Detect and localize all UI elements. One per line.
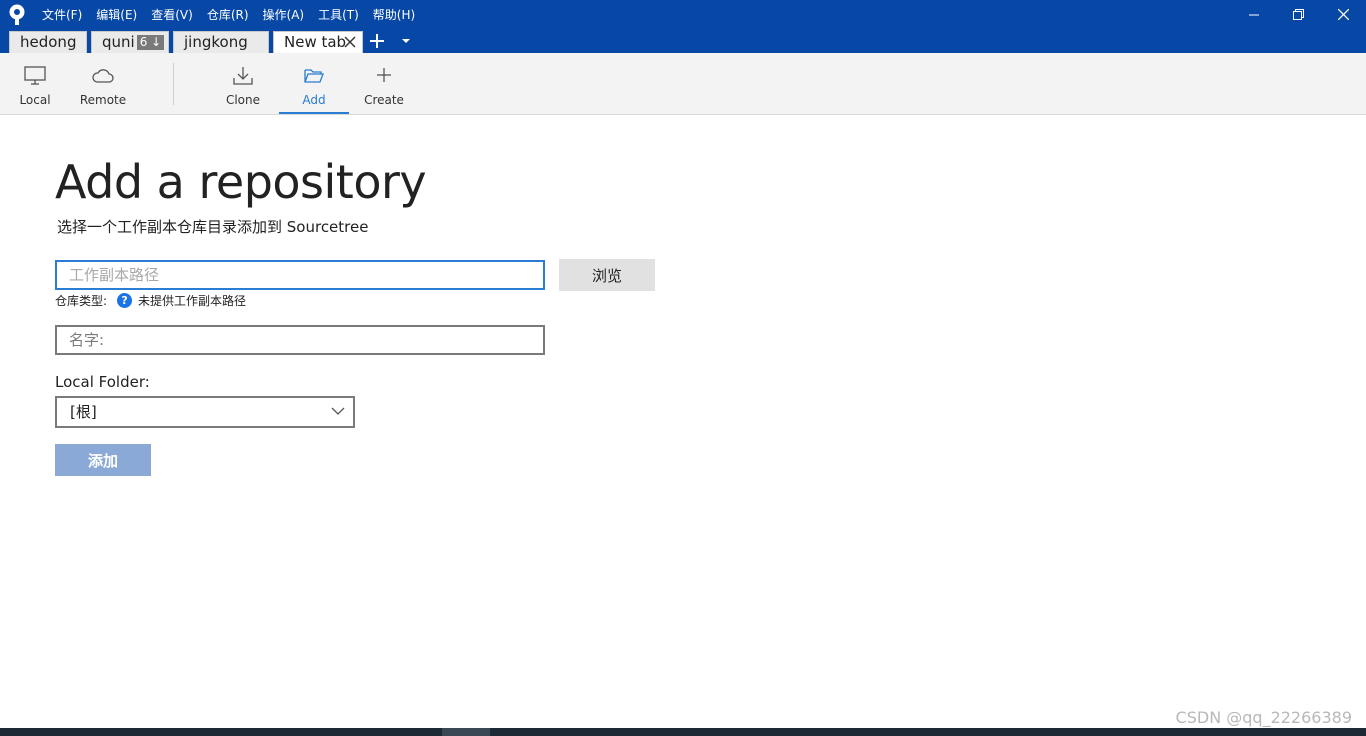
local-label: Local (19, 93, 51, 107)
menu-actions[interactable]: 操作(A) (263, 6, 305, 23)
browse-button[interactable]: 浏览 (559, 259, 655, 291)
tab-list-dropdown-icon[interactable] (400, 36, 412, 46)
menu-bar: 文件(F) 编辑(E) 查看(V) 仓库(R) 操作(A) 工具(T) 帮助(H… (42, 0, 429, 29)
download-icon (233, 67, 253, 85)
menu-repository[interactable]: 仓库(R) (207, 6, 249, 23)
tab-label: hedong (20, 33, 77, 51)
tab-jingkong[interactable]: jingkong (173, 31, 269, 53)
add-tab-button[interactable]: Add (279, 53, 349, 114)
plus-icon (377, 68, 391, 82)
toolbar: Local Remote Clone Add Create (0, 53, 1366, 115)
tab-hedong[interactable]: hedong (9, 31, 87, 53)
add-label: Add (302, 93, 326, 107)
sourcetree-logo-icon (9, 4, 25, 25)
local-button[interactable]: Local (0, 53, 70, 114)
restore-icon (1292, 9, 1304, 20)
tab-new-tab[interactable]: New tab (273, 31, 363, 53)
incoming-commits-badge: 6 ↓ (136, 35, 165, 50)
toolbar-divider (173, 63, 174, 105)
local-folder-label: Local Folder: (55, 373, 150, 391)
restore-button[interactable] (1275, 0, 1321, 29)
title-bar: 文件(F) 编辑(E) 查看(V) 仓库(R) 操作(A) 工具(T) 帮助(H… (0, 0, 1366, 29)
menu-tools[interactable]: 工具(T) (318, 6, 359, 23)
monitor-icon (24, 66, 46, 85)
tab-label: jingkong (184, 33, 248, 51)
working-copy-path-input[interactable] (55, 260, 545, 290)
chevron-down-icon (331, 407, 345, 415)
minimize-icon (1249, 14, 1259, 15)
tab-quni[interactable]: quni 6 ↓ (91, 31, 169, 53)
close-tab-icon[interactable] (344, 36, 356, 48)
clone-button[interactable]: Clone (208, 53, 278, 114)
tab-label: New tab (284, 33, 347, 51)
menu-view[interactable]: 查看(V) (151, 6, 193, 23)
name-input[interactable] (55, 325, 545, 355)
menu-file[interactable]: 文件(F) (42, 6, 82, 23)
cloud-icon (92, 69, 114, 83)
remote-label: Remote (79, 93, 127, 107)
create-button[interactable]: Create (349, 53, 419, 114)
repository-type-status: 未提供工作副本路径 (138, 293, 247, 308)
page-title: Add a repository (55, 155, 427, 209)
repository-type-label: 仓库类型: (55, 293, 108, 308)
minimize-button[interactable] (1231, 0, 1277, 29)
question-icon: ? (117, 292, 133, 308)
remote-button[interactable]: Remote (68, 53, 138, 114)
menu-help[interactable]: 帮助(H) (373, 6, 415, 23)
folder-open-icon (304, 69, 324, 83)
local-folder-value: [根] (70, 403, 97, 421)
page-subtitle: 选择一个工作副本仓库目录添加到 Sourcetree (57, 218, 369, 236)
menu-edit[interactable]: 编辑(E) (96, 6, 137, 23)
taskbar (0, 728, 1366, 736)
tab-strip: hedong quni 6 ↓ jingkong New tab (0, 29, 1366, 53)
taskbar-app[interactable] (442, 728, 490, 736)
watermark: CSDN @qq_22266389 (1175, 708, 1352, 727)
new-tab-plus-icon[interactable] (368, 32, 386, 50)
local-folder-select[interactable]: [根] (55, 396, 355, 428)
tab-label: quni (102, 33, 135, 51)
add-button[interactable]: 添加 (55, 444, 151, 476)
close-icon (1337, 9, 1349, 20)
clone-label: Clone (225, 93, 261, 107)
close-window-button[interactable] (1320, 0, 1366, 29)
repository-type-row: 仓库类型: ? 未提供工作副本路径 (55, 292, 246, 308)
create-label: Create (364, 93, 404, 107)
